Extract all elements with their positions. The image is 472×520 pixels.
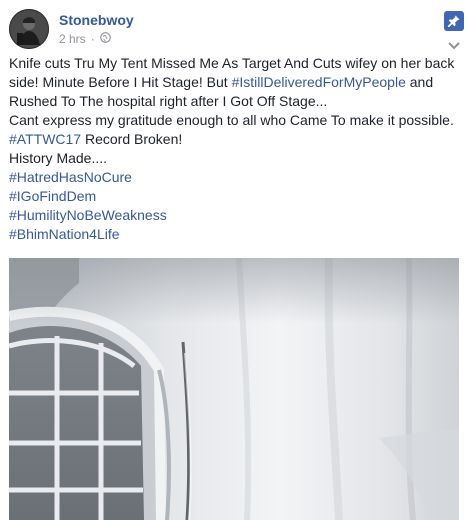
hashtag-link[interactable]: #HatredHasNoCure xyxy=(9,168,464,187)
text-segment: and xyxy=(405,74,434,90)
text-line: Rushed To The hospital right after I Got… xyxy=(9,93,328,109)
facebook-post: Stonebwoy 2 hrs · Knife cuts Tru My Tent… xyxy=(0,0,472,520)
text-segment: side! Minute Before I Hit Stage! But xyxy=(9,74,232,90)
hashtag-link[interactable]: #IstillDeliveredForMyPeople xyxy=(232,74,406,90)
text-line: Cant express my gratitude enough to all … xyxy=(9,112,454,128)
post-header: Stonebwoy 2 hrs · xyxy=(9,9,464,51)
author-name[interactable]: Stonebwoy xyxy=(59,12,134,28)
meta-separator: · xyxy=(90,32,95,46)
tent-photo xyxy=(9,258,459,520)
text-line: #ATTWC17 Record Broken! xyxy=(9,130,464,149)
pin-icon[interactable] xyxy=(444,11,464,31)
chevron-down-icon[interactable] xyxy=(446,39,462,51)
hashtag-link[interactable]: #HumilityNoBeWeakness xyxy=(9,206,464,225)
hashtag-link[interactable]: #BhimNation4Life xyxy=(9,225,464,244)
hashtag-link[interactable]: #ATTWC17 xyxy=(9,131,81,147)
post-photo[interactable] xyxy=(9,258,459,520)
text-line: History Made.... xyxy=(9,150,108,166)
avatar-image xyxy=(9,9,49,49)
post-meta: 2 hrs · xyxy=(59,32,111,46)
globe-icon xyxy=(99,32,111,46)
hashtag-link[interactable]: #IGoFindDem xyxy=(9,187,464,206)
text-line: Knife cuts Tru My Tent Missed Me As Targ… xyxy=(9,55,455,71)
text-segment: Record Broken! xyxy=(81,131,183,147)
text-line: side! Minute Before I Hit Stage! But #Is… xyxy=(9,73,464,92)
post-text: Knife cuts Tru My Tent Missed Me As Targ… xyxy=(9,54,464,244)
avatar[interactable] xyxy=(9,9,49,49)
timestamp[interactable]: 2 hrs xyxy=(59,32,86,46)
